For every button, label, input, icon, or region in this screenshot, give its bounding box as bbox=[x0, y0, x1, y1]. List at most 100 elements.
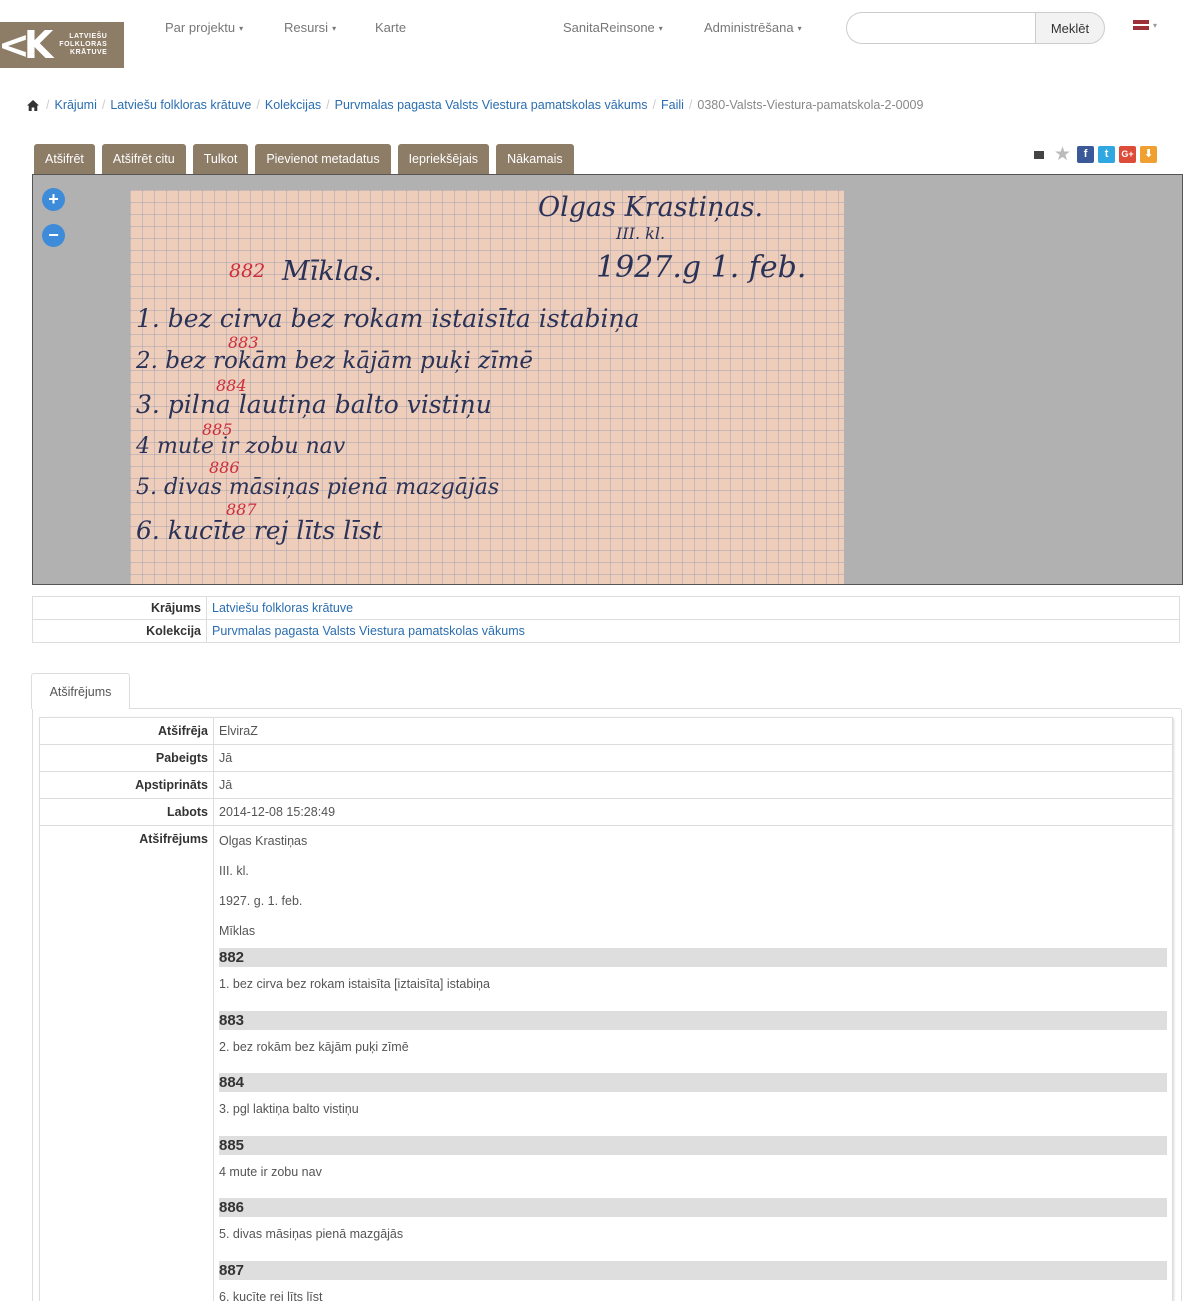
transcription-row: Atšifrēja ElviraZ bbox=[40, 718, 1172, 745]
google-plus-icon[interactable]: G+ bbox=[1119, 146, 1137, 163]
facebook-icon[interactable]: f bbox=[1077, 146, 1095, 163]
manuscript-line: 2. bez rokām bez kājām puķi zīmē bbox=[136, 348, 534, 374]
riddle-number: 886 bbox=[219, 1198, 1167, 1217]
breadcrumb-link-kratuve[interactable]: Latviešu folkloras krātuve bbox=[110, 98, 251, 112]
riddle-number: 887 bbox=[219, 1260, 1167, 1280]
language-selector[interactable]: ▾ bbox=[1133, 20, 1157, 30]
nav-administresana[interactable]: Administrēšana ▾ bbox=[704, 20, 802, 35]
breadcrumb-link-kolekcijas[interactable]: Kolekcijas bbox=[265, 98, 321, 112]
riddle-block: 884 3. pgl laktiņa balto vistiņu bbox=[219, 1073, 1167, 1134]
field-label: Pabeigts bbox=[155, 751, 208, 765]
home-icon[interactable] bbox=[27, 99, 39, 111]
transcription-table: Atšifrēja ElviraZ Pabeigts Jā Apstiprinā… bbox=[39, 717, 1173, 1301]
manuscript-heading-number: 882 bbox=[229, 260, 266, 282]
search-button[interactable]: Meklēt bbox=[1035, 12, 1105, 44]
twitter-icon[interactable]: t bbox=[1098, 146, 1116, 163]
riddle-text: 2. bez rokām bez kājām puķi zīmē bbox=[219, 1039, 409, 1054]
riddle-text: 3. pgl laktiņa balto vistiņu bbox=[219, 1102, 359, 1116]
email-icon[interactable] bbox=[1034, 150, 1044, 159]
riddle-number: 883 bbox=[219, 1010, 1167, 1030]
nav-karte[interactable]: Karte bbox=[375, 20, 406, 35]
transcribe-button[interactable]: Atšifrēt bbox=[34, 144, 95, 174]
add-metadata-button[interactable]: Pievienot metadatus bbox=[255, 144, 391, 174]
text-line: III. kl. bbox=[219, 864, 249, 878]
zoom-in-icon[interactable]: + bbox=[42, 188, 65, 211]
riddle-text: 5. divas māsiņas pienā mazgājās bbox=[219, 1227, 404, 1241]
riddle-block: 887 6. kucīte rej līts līst bbox=[219, 1260, 1167, 1301]
field-label: Labots bbox=[167, 805, 208, 819]
riddle-number: 884 bbox=[219, 1073, 1167, 1092]
caret-down-icon: ▾ bbox=[332, 24, 337, 34]
riddle-block: 882 1. bez cirva bez rokam istaisīta [iz… bbox=[219, 948, 1167, 1009]
field-label: Apstiprināts bbox=[135, 778, 208, 792]
next-button[interactable]: Nākamais bbox=[496, 144, 574, 174]
breadcrumb-link-faili[interactable]: Faili bbox=[661, 98, 684, 112]
field-value: Jā bbox=[213, 772, 1172, 798]
bookmark-share-icon[interactable]: ⬇ bbox=[1140, 146, 1158, 163]
top-navbar: <K LATVIEŠU FOLKLORAS KRĀTUVE Par projek… bbox=[0, 0, 1199, 80]
riddle-text: 1. bez cirva bez rokam istaisīta [iztais… bbox=[219, 977, 490, 991]
nav-user-menu[interactable]: SanitaReinsone ▾ bbox=[563, 20, 663, 35]
caret-down-icon: ▾ bbox=[239, 24, 244, 34]
image-viewer[interactable]: + − Olgas Krastiņas. III. kl. 882 Mīklas… bbox=[32, 174, 1183, 585]
transcription-row: Apstiprināts Jā bbox=[40, 772, 1172, 799]
nav-resursi[interactable]: Resursi ▾ bbox=[284, 20, 336, 35]
field-label: Atšifrējums bbox=[139, 832, 208, 846]
breadcrumb: / Krājumi / Latviešu folkloras krātuve /… bbox=[27, 98, 923, 112]
breadcrumb-link-collection[interactable]: Purvmalas pagasta Valsts Viestura pamats… bbox=[335, 98, 648, 112]
text-line: Mīklas bbox=[219, 924, 256, 938]
manuscript-heading: Mīklas. bbox=[282, 256, 382, 287]
manuscript-line: 6. kucīte rej līts līst bbox=[136, 516, 382, 545]
manuscript-name: Olgas Krastiņas. bbox=[538, 192, 764, 223]
translate-button[interactable]: Tulkot bbox=[192, 144, 249, 174]
field-label: Atšifrēja bbox=[157, 724, 208, 738]
riddle-number: 882 bbox=[219, 948, 1167, 967]
riddle-text: 6. kucīte rej līts līst bbox=[219, 1289, 323, 1301]
text-line: Olgas Krastiņas bbox=[219, 834, 308, 848]
share-bar: ★ f t G+ ⬇ bbox=[1034, 145, 1158, 164]
metadata-row: Krājums Latviešu folkloras krātuve bbox=[33, 597, 1179, 620]
riddle-block: 883 2. bez rokām bez kājām puķi zīmē bbox=[219, 1010, 1167, 1072]
nav-par-projektu[interactable]: Par projektu ▾ bbox=[165, 20, 243, 35]
riddle-block: 886 5. divas māsiņas pienā mazgājās bbox=[219, 1198, 1167, 1259]
caret-down-icon: ▾ bbox=[797, 24, 802, 34]
metadata-link-krajums[interactable]: Latviešu folkloras krātuve bbox=[207, 597, 358, 619]
transcription-row: Labots 2014-12-08 15:28:49 bbox=[40, 799, 1172, 826]
logo-text: LATVIEŠU FOLKLORAS KRĀTUVE bbox=[59, 33, 108, 56]
breadcrumb-current: 0380-Valsts-Viestura-pamatskola-2-0009 bbox=[697, 98, 924, 112]
metadata-label: Kolekcija bbox=[33, 620, 207, 642]
manuscript-line: 1. bez cirva bez rokam istaisīta istabiņ… bbox=[136, 304, 640, 333]
field-value: ElviraZ bbox=[213, 718, 1172, 744]
riddle-text: 4 mute ir zobu nav bbox=[219, 1164, 322, 1179]
manuscript-image: Olgas Krastiņas. III. kl. 882 Mīklas. 19… bbox=[130, 190, 844, 584]
manuscript-line: 3. pilna lautiņa balto vistiņu bbox=[136, 390, 492, 419]
logo-mark: <K bbox=[0, 23, 53, 67]
search-input[interactable] bbox=[846, 12, 1036, 44]
star-icon[interactable]: ★ bbox=[1054, 145, 1071, 164]
zoom-out-icon[interactable]: − bbox=[42, 224, 65, 247]
manuscript-class: III. kl. bbox=[616, 224, 666, 243]
transcription-text: Olgas Krastiņas III. kl. 1927. g. 1. feb… bbox=[213, 826, 1172, 1301]
breadcrumb-link-krajumi[interactable]: Krājumi bbox=[54, 98, 96, 112]
transcription-row: Pabeigts Jā bbox=[40, 745, 1172, 772]
action-toolbar: Atšifrēt Atšifrēt citu Tulkot Pievienot … bbox=[34, 144, 574, 174]
manuscript-date: 1927.g 1. feb. bbox=[596, 250, 807, 285]
manuscript-line: 4 mute ir zobu nav bbox=[136, 434, 346, 459]
previous-button[interactable]: Iepriekšējais bbox=[397, 144, 490, 174]
caret-down-icon: ▾ bbox=[658, 24, 663, 34]
metadata-link-kolekcija[interactable]: Purvmalas pagasta Valsts Viestura pamats… bbox=[207, 620, 530, 642]
metadata-label: Krājums bbox=[33, 597, 207, 619]
riddle-block: 885 4 mute ir zobu nav bbox=[219, 1135, 1167, 1197]
transcribe-other-button[interactable]: Atšifrēt citu bbox=[101, 144, 186, 174]
field-value: 2014-12-08 15:28:49 bbox=[213, 799, 1172, 825]
latvian-flag-icon bbox=[1133, 20, 1149, 30]
text-line: 1927. g. 1. feb. bbox=[219, 894, 303, 908]
caret-down-icon: ▾ bbox=[1153, 20, 1158, 30]
riddle-number: 885 bbox=[219, 1135, 1167, 1155]
site-logo[interactable]: <K LATVIEŠU FOLKLORAS KRĀTUVE bbox=[0, 22, 124, 68]
metadata-table: Krājums Latviešu folkloras krātuve Kolek… bbox=[32, 596, 1180, 643]
field-value: Jā bbox=[213, 745, 1172, 771]
manuscript-line: 5. divas māsiņas pienā mazgājās bbox=[136, 475, 500, 500]
transcription-text-row: Atšifrējums Olgas Krastiņas III. kl. 192… bbox=[40, 826, 1172, 1301]
tab-atsifrejums[interactable]: Atšifrējums bbox=[31, 673, 130, 709]
